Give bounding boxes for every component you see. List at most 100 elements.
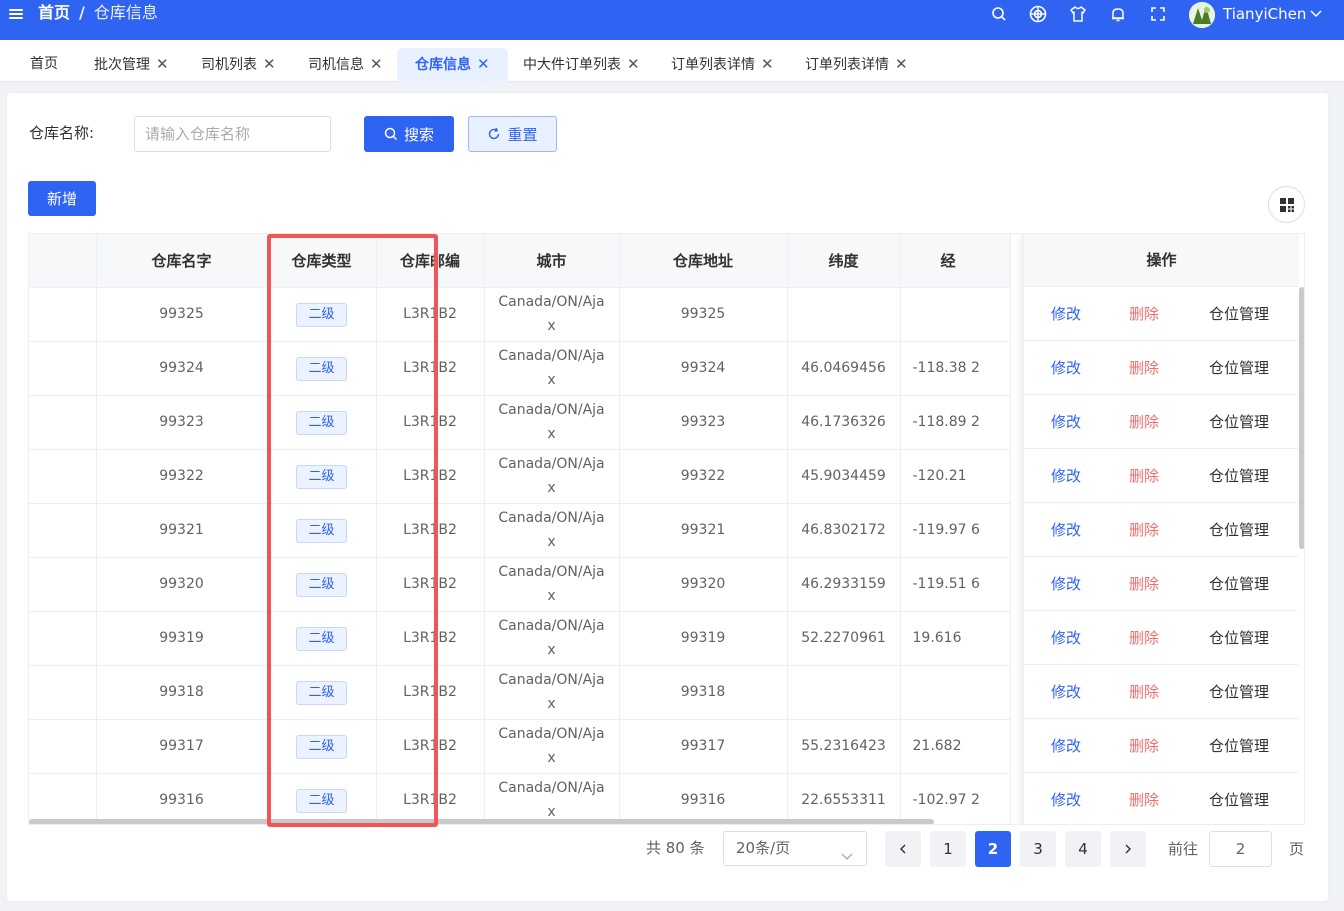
- vertical-scrollbar[interactable]: [1298, 287, 1304, 824]
- username[interactable]: TianyiChen: [1223, 4, 1306, 24]
- search-icon[interactable]: [990, 5, 1008, 23]
- goto-page-input[interactable]: [1209, 831, 1272, 867]
- name-cell: 99324: [96, 341, 268, 396]
- tab-warehouse-info[interactable]: 仓库信息 ✕: [397, 48, 508, 82]
- page-3-button[interactable]: 3: [1020, 831, 1056, 867]
- warehouse-table: 仓库名字 仓库类型 仓库邮编 城市 仓库地址 纬度 经 99325 二级 L3R1B…: [28, 233, 1305, 825]
- type-cell: 二级: [267, 611, 377, 666]
- type-cell: 二级: [267, 773, 377, 824]
- zip-cell: L3R1B2: [376, 665, 485, 720]
- lng-cell: -120.21: [900, 449, 1011, 504]
- selection-cell: [29, 611, 97, 666]
- page-size-select[interactable]: 20条/页: [723, 831, 867, 866]
- location-manage-link[interactable]: 仓位管理: [1209, 788, 1269, 812]
- delete-link[interactable]: 删除: [1129, 572, 1159, 596]
- reset-button[interactable]: 重置: [468, 116, 557, 152]
- location-manage-link[interactable]: 仓位管理: [1209, 356, 1269, 380]
- delete-link[interactable]: 删除: [1129, 788, 1159, 812]
- close-icon[interactable]: ✕: [627, 48, 640, 80]
- location-manage-link[interactable]: 仓位管理: [1209, 302, 1269, 326]
- page-4-button[interactable]: 4: [1065, 831, 1101, 867]
- edit-link[interactable]: 修改: [1051, 680, 1081, 704]
- operations-row: 修改 删除 仓位管理: [1023, 395, 1299, 449]
- selection-cell: [29, 557, 97, 612]
- edit-link[interactable]: 修改: [1051, 734, 1081, 758]
- delete-link[interactable]: 删除: [1129, 518, 1159, 542]
- delete-link[interactable]: 删除: [1129, 356, 1159, 380]
- fullscreen-icon[interactable]: [1149, 5, 1167, 23]
- edit-link[interactable]: 修改: [1051, 626, 1081, 650]
- location-manage-link[interactable]: 仓位管理: [1209, 464, 1269, 488]
- delete-link[interactable]: 删除: [1129, 626, 1159, 650]
- tab-large-order-list[interactable]: 中大件订单列表 ✕: [523, 48, 640, 82]
- page-2-button[interactable]: 2: [975, 831, 1011, 867]
- tab-driver-list[interactable]: 司机列表 ✕: [201, 48, 276, 82]
- type-cell: 二级: [267, 287, 377, 342]
- type-tag: 二级: [296, 518, 347, 543]
- top-navbar: 首页 / 仓库信息 TianyiChen: [0, 0, 1344, 40]
- breadcrumb-separator: /: [79, 3, 85, 22]
- hamburger-menu-icon[interactable]: [8, 6, 24, 22]
- lng-value: -102.97 2: [912, 792, 980, 808]
- prev-page-button[interactable]: [885, 831, 921, 867]
- tab-order-detail-2[interactable]: 订单列表详情 ✕: [805, 48, 908, 82]
- lng-cell: -102.97 2: [900, 773, 1011, 824]
- delete-link[interactable]: 删除: [1129, 680, 1159, 704]
- user-avatar[interactable]: [1189, 2, 1215, 28]
- warehouse-name-label: 仓库名称:: [29, 124, 95, 142]
- header-zip: 仓库邮编: [376, 234, 485, 288]
- close-icon[interactable]: ✕: [761, 48, 774, 80]
- type-tag: 二级: [296, 302, 347, 327]
- close-icon[interactable]: ✕: [156, 48, 169, 80]
- close-icon[interactable]: ✕: [895, 48, 908, 80]
- column-settings-button[interactable]: [1268, 186, 1305, 223]
- zip-cell: L3R1B2: [376, 287, 485, 342]
- edit-link[interactable]: 修改: [1051, 410, 1081, 434]
- city-cell: Canada/ON/Ajax: [484, 503, 620, 558]
- next-page-button[interactable]: [1110, 831, 1146, 867]
- horizontal-scrollbar[interactable]: [29, 819, 1304, 824]
- warehouse-name-input[interactable]: [134, 116, 331, 152]
- close-icon[interactable]: ✕: [263, 48, 276, 80]
- operations-row: 修改 删除 仓位管理: [1023, 557, 1299, 611]
- theme-shirt-icon[interactable]: [1069, 5, 1087, 23]
- breadcrumb-home[interactable]: 首页: [38, 3, 70, 23]
- location-manage-link[interactable]: 仓位管理: [1209, 410, 1269, 434]
- edit-link[interactable]: 修改: [1051, 788, 1081, 812]
- selection-cell: [29, 449, 97, 504]
- tab-batch[interactable]: 批次管理 ✕: [94, 48, 169, 82]
- close-icon[interactable]: ✕: [370, 48, 383, 80]
- search-button[interactable]: 搜索: [364, 116, 454, 152]
- selection-cell: [29, 773, 97, 824]
- location-manage-link[interactable]: 仓位管理: [1209, 680, 1269, 704]
- location-manage-link[interactable]: 仓位管理: [1209, 734, 1269, 758]
- delete-link[interactable]: 删除: [1129, 410, 1159, 434]
- bell-icon[interactable]: [1109, 5, 1127, 23]
- table-row: 99316 二级 L3R1B2 Canada/ON/Ajax 99316 22.65533…: [29, 773, 1011, 824]
- chevron-down-icon[interactable]: [1309, 6, 1323, 20]
- page-1-button[interactable]: 1: [930, 831, 966, 867]
- github-icon[interactable]: [1029, 5, 1047, 23]
- header-operations: 操作: [1023, 234, 1299, 287]
- tab-home[interactable]: 首页: [30, 48, 58, 82]
- edit-link[interactable]: 修改: [1051, 302, 1081, 326]
- name-cell: 99318: [96, 665, 268, 720]
- delete-link[interactable]: 删除: [1129, 464, 1159, 488]
- location-manage-link[interactable]: 仓位管理: [1209, 626, 1269, 650]
- location-manage-link[interactable]: 仓位管理: [1209, 518, 1269, 542]
- edit-link[interactable]: 修改: [1051, 572, 1081, 596]
- location-manage-link[interactable]: 仓位管理: [1209, 572, 1269, 596]
- type-tag: 二级: [296, 626, 347, 651]
- type-cell: 二级: [267, 557, 377, 612]
- edit-link[interactable]: 修改: [1051, 464, 1081, 488]
- delete-link[interactable]: 删除: [1129, 302, 1159, 326]
- close-icon[interactable]: ✕: [477, 48, 490, 80]
- edit-link[interactable]: 修改: [1051, 356, 1081, 380]
- add-button[interactable]: 新增: [28, 181, 96, 216]
- edit-link[interactable]: 修改: [1051, 518, 1081, 542]
- tab-order-detail[interactable]: 订单列表详情 ✕: [671, 48, 774, 82]
- type-cell: 二级: [267, 395, 377, 450]
- tab-driver-info[interactable]: 司机信息 ✕: [308, 48, 383, 82]
- type-cell: 二级: [267, 719, 377, 774]
- delete-link[interactable]: 删除: [1129, 734, 1159, 758]
